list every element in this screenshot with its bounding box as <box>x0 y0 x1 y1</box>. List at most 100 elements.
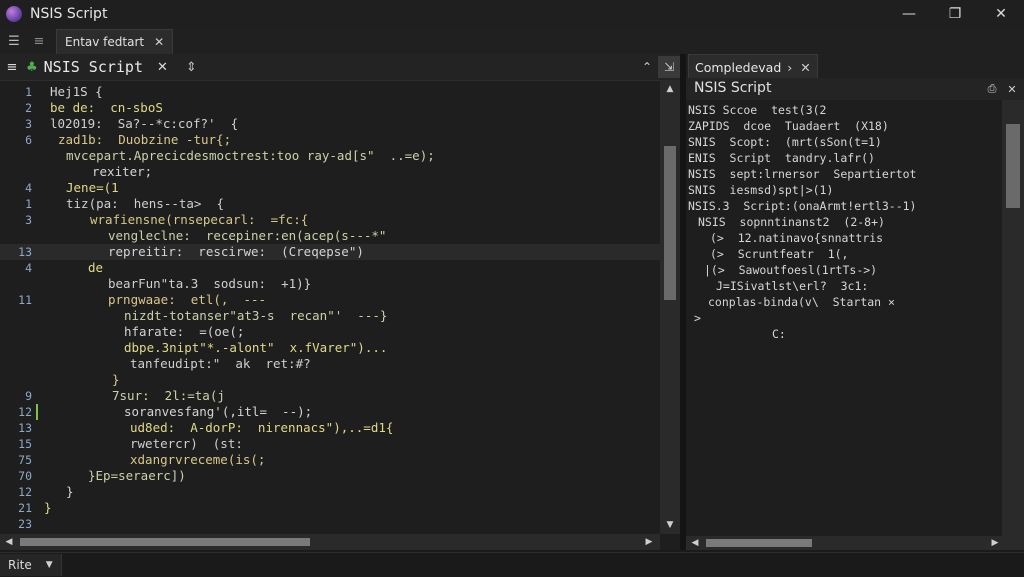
document-tab-label: Entav fedtart <box>65 34 145 49</box>
code-line[interactable]: 2 be de: cn-sboS <box>0 100 660 116</box>
code-line[interactable]: 3 wrafiensne(rnsepecarl: =fc:{ <box>0 212 660 228</box>
split-pane-icon[interactable]: ⇲ <box>658 56 680 78</box>
code-line[interactable]: hfarate: =(oe(; <box>0 324 660 340</box>
code-line[interactable]: 11 prngwaae: etl(, --- <box>0 292 660 308</box>
output-tab[interactable]: Compledevad › ✕ <box>688 54 818 79</box>
title-bar: NSIS Script — ❐ ✕ <box>0 0 1024 28</box>
code-line[interactable]: 4 de <box>0 260 660 276</box>
code-line[interactable]: 3 l02019: Sa?--*c:cof?' { <box>0 116 660 132</box>
code-text: mvcepart.Aprecicdesmoctrest:too ray-ad[s… <box>66 148 435 163</box>
code-text: l02019: Sa?--*c:cof?' { <box>50 116 239 131</box>
code-line[interactable]: 15 rwetercr) (st: <box>0 436 660 452</box>
code-line[interactable]: 70}Ep=seraerc]) <box>0 468 660 484</box>
code-text: nizdt-totanser"at3-s recan"' ---} <box>124 308 388 323</box>
output-horizontal-scrollbar[interactable]: ◀ ▶ <box>686 536 1024 550</box>
scroll-down-arrow-icon[interactable]: ▼ <box>663 518 677 532</box>
code-line[interactable]: } <box>0 372 660 388</box>
chevron-down-icon: ▼ <box>45 560 53 570</box>
maximize-button[interactable]: ❐ <box>932 0 978 28</box>
output-line: SNIS Scopt: (mrt(sSon(t=1) <box>688 135 882 149</box>
code-line[interactable]: rexiter; <box>0 164 660 180</box>
status-mode-dropdown[interactable]: Rite ▼ <box>0 554 62 576</box>
status-bar: Rite ▼ <box>0 552 1024 577</box>
document-tab[interactable]: Entav fedtart ✕ <box>56 28 174 54</box>
collapse-up-icon[interactable]: ⌃ <box>636 56 658 78</box>
code-line[interactable]: 1 tiz(pa: hens--ta> { <box>0 196 660 212</box>
code-line[interactable]: 12} <box>0 484 660 500</box>
code-text: rwetercr) (st: <box>130 436 243 451</box>
code-line[interactable]: 12 soranvesfang'(,itl= --); <box>0 404 660 420</box>
scroll-right-arrow-icon[interactable]: ▶ <box>642 535 656 549</box>
code-line[interactable]: 75 xdangrvreceme(is(; <box>0 452 660 468</box>
close-button[interactable]: ✕ <box>978 0 1024 28</box>
output-horizontal-scroll-thumb[interactable] <box>706 539 812 547</box>
code-editor[interactable]: 1 Hej1S {2 be de: cn-sboS 3 l02019: Sa?--*c:… <box>0 80 660 534</box>
line-number: 11 <box>18 293 32 307</box>
code-text: bearFun"ta.3 sodsun: +1)} <box>108 276 312 291</box>
output-vertical-scroll-thumb[interactable] <box>1006 124 1020 208</box>
code-text: zad1b: Duobzine -tur{; <box>58 132 232 147</box>
app-logo-icon <box>6 6 22 22</box>
code-line[interactable]: 4 Jene=(1 <box>0 180 660 196</box>
line-number: 21 <box>18 501 32 515</box>
save-output-icon[interactable]: ⎙ <box>982 78 1002 100</box>
output-line: conplas-binda(v\ Startan × <box>708 295 895 309</box>
code-line[interactable]: vengleclne: recepiner:en(acep(s---*" <box>0 228 660 244</box>
editor-vertical-scrollbar[interactable]: ▲ ▼ <box>660 80 680 534</box>
code-line[interactable]: 23 <box>0 516 660 532</box>
scroll-up-arrow-icon[interactable]: ▲ <box>663 82 677 96</box>
output-tab-close-icon[interactable]: ✕ <box>800 60 810 75</box>
hamburger-menu-icon[interactable]: ☰ <box>3 30 25 52</box>
editor-pane-close-icon[interactable]: ✕ <box>157 60 168 75</box>
code-text: tanfeudipt:" ak ret:#? <box>130 356 311 371</box>
output-line: SNIS iesmsd)spt|>(1) <box>688 183 834 197</box>
code-line[interactable]: tanfeudipt:" ak ret:#? <box>0 356 660 372</box>
close-output-icon[interactable]: ✕ <box>1002 78 1022 100</box>
code-line[interactable]: 13 ud8ed: A-dorP: nirennacs"),..=d1{ <box>0 420 660 436</box>
code-line[interactable]: 13 repreitir: rescirwe: (Creqepse") <box>0 244 660 260</box>
code-line[interactable]: dbpe.3nipt"*.-alont" x.fVarer")... <box>0 340 660 356</box>
line-number: 4 <box>25 261 32 275</box>
line-number: 12 <box>18 405 32 419</box>
line-number: 9 <box>25 389 32 403</box>
line-number: 75 <box>18 453 32 467</box>
line-number: 1 <box>25 197 32 211</box>
code-line[interactable]: 9 7sur: 2l:=ta(j <box>0 388 660 404</box>
code-text: ud8ed: A-dorP: nirennacs"),..=d1{ <box>130 420 394 435</box>
code-text: 7sur: 2l:=ta(j <box>112 388 225 403</box>
editor-pane: ≡ ♣ NSIS Script ✕ ⇕ ⌃ ⇲ 1 Hej1S {2 be de: … <box>0 54 680 550</box>
code-line[interactable]: bearFun"ta.3 sodsun: +1)} <box>0 276 660 292</box>
output-line: C: <box>772 327 786 341</box>
code-text: soranvesfang'(,itl= --); <box>124 404 313 419</box>
code-line[interactable]: 21} <box>0 500 660 516</box>
editor-horizontal-scroll-thumb[interactable] <box>20 538 310 546</box>
line-number: 13 <box>18 421 32 435</box>
editor-horizontal-scrollbar[interactable]: ◀ ▶ <box>0 534 660 550</box>
code-text: vengleclne: recepiner:en(acep(s---*" <box>108 228 387 243</box>
code-line[interactable]: 6 zad1b: Duobzine -tur{; <box>0 132 660 148</box>
code-text: de <box>88 260 104 275</box>
minimize-button[interactable]: — <box>886 0 932 28</box>
chevron-right-icon[interactable]: › <box>787 60 792 75</box>
document-tab-close-icon[interactable]: ✕ <box>154 35 164 49</box>
line-number: 12 <box>18 485 32 499</box>
pane-menu-icon[interactable]: ≡ <box>0 60 24 75</box>
output-vertical-scrollbar[interactable] <box>1002 100 1024 536</box>
editor-vertical-scroll-thumb[interactable] <box>664 146 676 300</box>
output-scroll-right-arrow-icon[interactable]: ▶ <box>988 536 1002 550</box>
output-scroll-left-arrow-icon[interactable]: ◀ <box>688 536 702 550</box>
window-controls: — ❐ ✕ <box>886 0 1024 28</box>
line-number: 3 <box>25 117 32 131</box>
code-line[interactable]: mvcepart.Aprecicdesmoctrest:too ray-ad[s… <box>0 148 660 164</box>
output-line: NSIS.3 Script:(onaArmt!ertl3--1) <box>688 199 917 213</box>
code-line[interactable]: 1 Hej1S { <box>0 84 660 100</box>
scroll-left-arrow-icon[interactable]: ◀ <box>2 535 16 549</box>
line-number: 2 <box>25 101 32 115</box>
pin-icon[interactable]: ⇕ <box>186 60 197 75</box>
line-number: 4 <box>25 181 32 195</box>
change-marker <box>36 404 38 420</box>
list-view-icon[interactable]: ≡ <box>28 30 50 52</box>
code-line[interactable]: nizdt-totanser"at3-s recan"' ---} <box>0 308 660 324</box>
line-number: 23 <box>18 517 32 531</box>
line-number: 13 <box>18 245 32 259</box>
